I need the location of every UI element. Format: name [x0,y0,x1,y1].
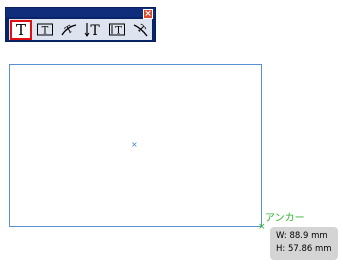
tooltip-width: W: 88.9 mm [276,231,328,241]
vertical-type-tool[interactable]: T [82,20,104,40]
horizontal-type-tool[interactable]: T [10,19,32,40]
type-tools-palette: × T T T T T T [5,7,156,42]
type-tool-icon: T [16,22,26,37]
vertical-type-on-path-tool[interactable]: T [130,20,152,40]
svg-text:T: T [42,26,49,37]
size-tooltip: W: 88.9 mm H: 57.86 mm [270,227,338,260]
vertical-frame-grid-tool[interactable]: T [106,20,128,40]
tool-row: T T T T T T [9,19,152,40]
type-on-path-icon: T [61,24,77,37]
svg-text:T: T [115,26,122,37]
svg-text:T: T [16,22,26,37]
vertical-type-icon: T [84,23,100,37]
frame-grid-icon: T [37,23,53,37]
vertical-frame-grid-icon: T [109,23,125,37]
close-button[interactable]: × [143,9,153,19]
frame-center-marker: × [131,140,138,149]
type-on-path-tool[interactable]: T [58,20,80,40]
horizontal-frame-grid-tool[interactable]: T [34,20,56,40]
vertical-type-on-path-icon: T [133,23,148,37]
tooltip-height: H: 57.86 mm [276,244,332,254]
anchor-label: アンカー [265,213,305,224]
svg-text:T: T [90,23,100,37]
palette-titlebar[interactable] [6,8,155,17]
